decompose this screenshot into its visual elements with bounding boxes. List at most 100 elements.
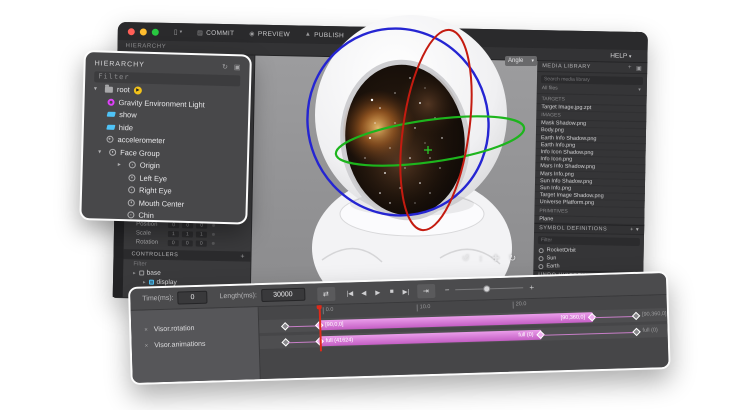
target-icon	[128, 186, 135, 193]
controller-label: base	[147, 270, 161, 277]
ruler-tick: 0.0	[323, 307, 334, 314]
keyframe-start-value: [90,0,0]	[325, 321, 344, 328]
grid-view-icon[interactable]: ▣	[636, 64, 642, 71]
chevron-down-icon: ▾	[629, 53, 632, 59]
loop-button[interactable]: ⇄	[317, 286, 335, 301]
tree-label: Face Group	[120, 148, 160, 158]
property-row: Rotation 0 0 0	[124, 237, 251, 248]
keyframe-dot-icon[interactable]	[212, 242, 215, 245]
symbol-label: RocketOrbit	[547, 247, 576, 254]
helmet-3d-render[interactable]	[300, 8, 550, 288]
add-controller-button[interactable]: +	[240, 253, 244, 260]
tree-label: root	[117, 85, 130, 94]
ruler-tick: 10.0	[417, 304, 431, 311]
preview-label: PREVIEW	[258, 30, 290, 38]
timeline-panel: Time(ms): Length(ms): ⇄ |◀ ◀ ▶ ■ ▶| ⇥ − …	[128, 271, 671, 385]
property-value-field[interactable]: 0	[168, 239, 179, 245]
target-icon	[128, 199, 135, 206]
chevron-right-icon[interactable]: ▸	[118, 161, 125, 168]
zoom-tool-icon[interactable]: ↻	[509, 253, 517, 264]
chevron-down-icon: ▾	[180, 29, 183, 35]
chevron-down-icon[interactable]: ▾	[94, 85, 101, 92]
refresh-icon[interactable]: ↻	[222, 63, 228, 71]
timeline-zoom-slider[interactable]	[455, 287, 523, 290]
pan-tool-icon[interactable]: ↕	[479, 253, 484, 264]
zoom-slider-knob[interactable]	[483, 285, 490, 292]
state-icon	[148, 280, 153, 285]
viewport-angle-dropdown[interactable]: Angle ▾	[505, 56, 537, 66]
length-input[interactable]	[261, 288, 305, 302]
time-input[interactable]	[177, 291, 207, 305]
tree-label: Origin	[140, 161, 160, 171]
move-tool-icon[interactable]: ✚	[492, 253, 500, 264]
minimize-window-button[interactable]	[140, 28, 147, 35]
chevron-right-icon[interactable]: ▸	[143, 279, 146, 285]
remove-track-icon[interactable]: ×	[145, 343, 149, 349]
commit-button[interactable]: ▤ COMMIT	[197, 29, 234, 37]
folder-icon	[105, 86, 113, 92]
preview-button[interactable]: ◉ PREVIEW	[249, 30, 290, 38]
device-selector[interactable]: ▯ ▾	[174, 28, 183, 36]
property-value-field[interactable]: 1	[196, 231, 207, 237]
step-forward-button[interactable]: ▶|	[399, 287, 413, 295]
box-icon[interactable]: ▣	[234, 63, 241, 71]
remove-track-icon[interactable]: ×	[144, 327, 148, 333]
property-label: Rotation	[124, 239, 168, 246]
accelerometer-icon	[106, 136, 113, 143]
collapse-icon[interactable]: ▾	[636, 227, 639, 233]
skip-to-start-button[interactable]: |◀	[343, 289, 357, 297]
length-label: Length(ms):	[219, 292, 257, 300]
skip-to-end-button[interactable]: ⇥	[417, 283, 435, 298]
media-search-input[interactable]: Search media library	[541, 75, 643, 85]
help-menu[interactable]: HELP ▾	[610, 52, 631, 59]
tree-label: Left Eye	[139, 173, 167, 183]
chevron-down-icon: ▾	[531, 58, 534, 64]
commit-icon: ▤	[197, 29, 203, 36]
zoom-out-icon[interactable]: −	[445, 285, 450, 294]
property-value-field[interactable]: 1	[168, 230, 179, 236]
target-icon	[129, 161, 136, 168]
property-label: Scale	[124, 230, 168, 237]
timeline-tracks-area[interactable]: × Visor.rotation × Visor.animations 0.0 …	[131, 295, 669, 383]
add-media-button[interactable]: +	[628, 64, 632, 71]
property-value-field[interactable]: 0	[182, 240, 193, 246]
chevron-down-icon[interactable]: ▾	[98, 148, 105, 155]
maximize-window-button[interactable]	[152, 28, 159, 35]
stop-button[interactable]: ■	[385, 288, 399, 295]
play-button[interactable]: ▶	[371, 288, 385, 296]
chevron-right-icon[interactable]: ▸	[133, 270, 136, 276]
controller-icon	[139, 270, 144, 275]
commit-label: COMMIT	[206, 29, 234, 37]
step-back-button[interactable]: ◀	[357, 288, 371, 296]
target-icon	[127, 211, 134, 218]
angle-label: Angle	[508, 58, 523, 64]
plane-icon	[106, 124, 115, 129]
zap-badge-icon: ▸	[134, 86, 142, 94]
controllers-title: CONTROLLERS	[131, 251, 178, 258]
playhead-handle[interactable]	[317, 305, 322, 309]
media-library-header: MEDIA LIBRARY + ▣	[537, 61, 647, 74]
property-value-field[interactable]: 1	[182, 231, 193, 237]
orbit-tool-icon[interactable]: ↺	[462, 253, 470, 264]
keyframe-post-value: full (0)	[642, 327, 657, 333]
track-name: Visor.animations	[154, 341, 205, 350]
tab-hierarchy[interactable]: HIERARCHY	[125, 43, 166, 50]
add-symbol-button[interactable]: +	[630, 227, 634, 233]
ruler-tick: 20.0	[513, 301, 527, 308]
zoom-in-icon[interactable]: +	[529, 283, 534, 292]
tree-label: Mouth Center	[139, 198, 185, 208]
keyframe-dot-icon[interactable]	[212, 224, 215, 227]
close-window-button[interactable]	[128, 28, 135, 35]
phone-icon: ▯	[174, 28, 178, 36]
symbol-search-input[interactable]: Filter	[538, 236, 640, 246]
tree-label: hide	[119, 123, 133, 132]
hierarchy-title: HIERARCHY	[95, 60, 145, 68]
viewport-tool-icons: ↺ ↕ ✚ ↻	[462, 253, 516, 264]
property-value-field[interactable]: 0	[196, 240, 207, 246]
hierarchy-panel: HIERARCHY ↻ ▣ Filter ▾ root ▸ Gravity En…	[79, 50, 252, 225]
chevron-down-icon: ▾	[638, 87, 641, 93]
group-icon	[109, 148, 116, 155]
keyframe-dot-icon[interactable]	[212, 233, 215, 236]
time-label: Time(ms):	[142, 295, 173, 303]
keyframe-start-value: full (41624)	[326, 337, 354, 344]
